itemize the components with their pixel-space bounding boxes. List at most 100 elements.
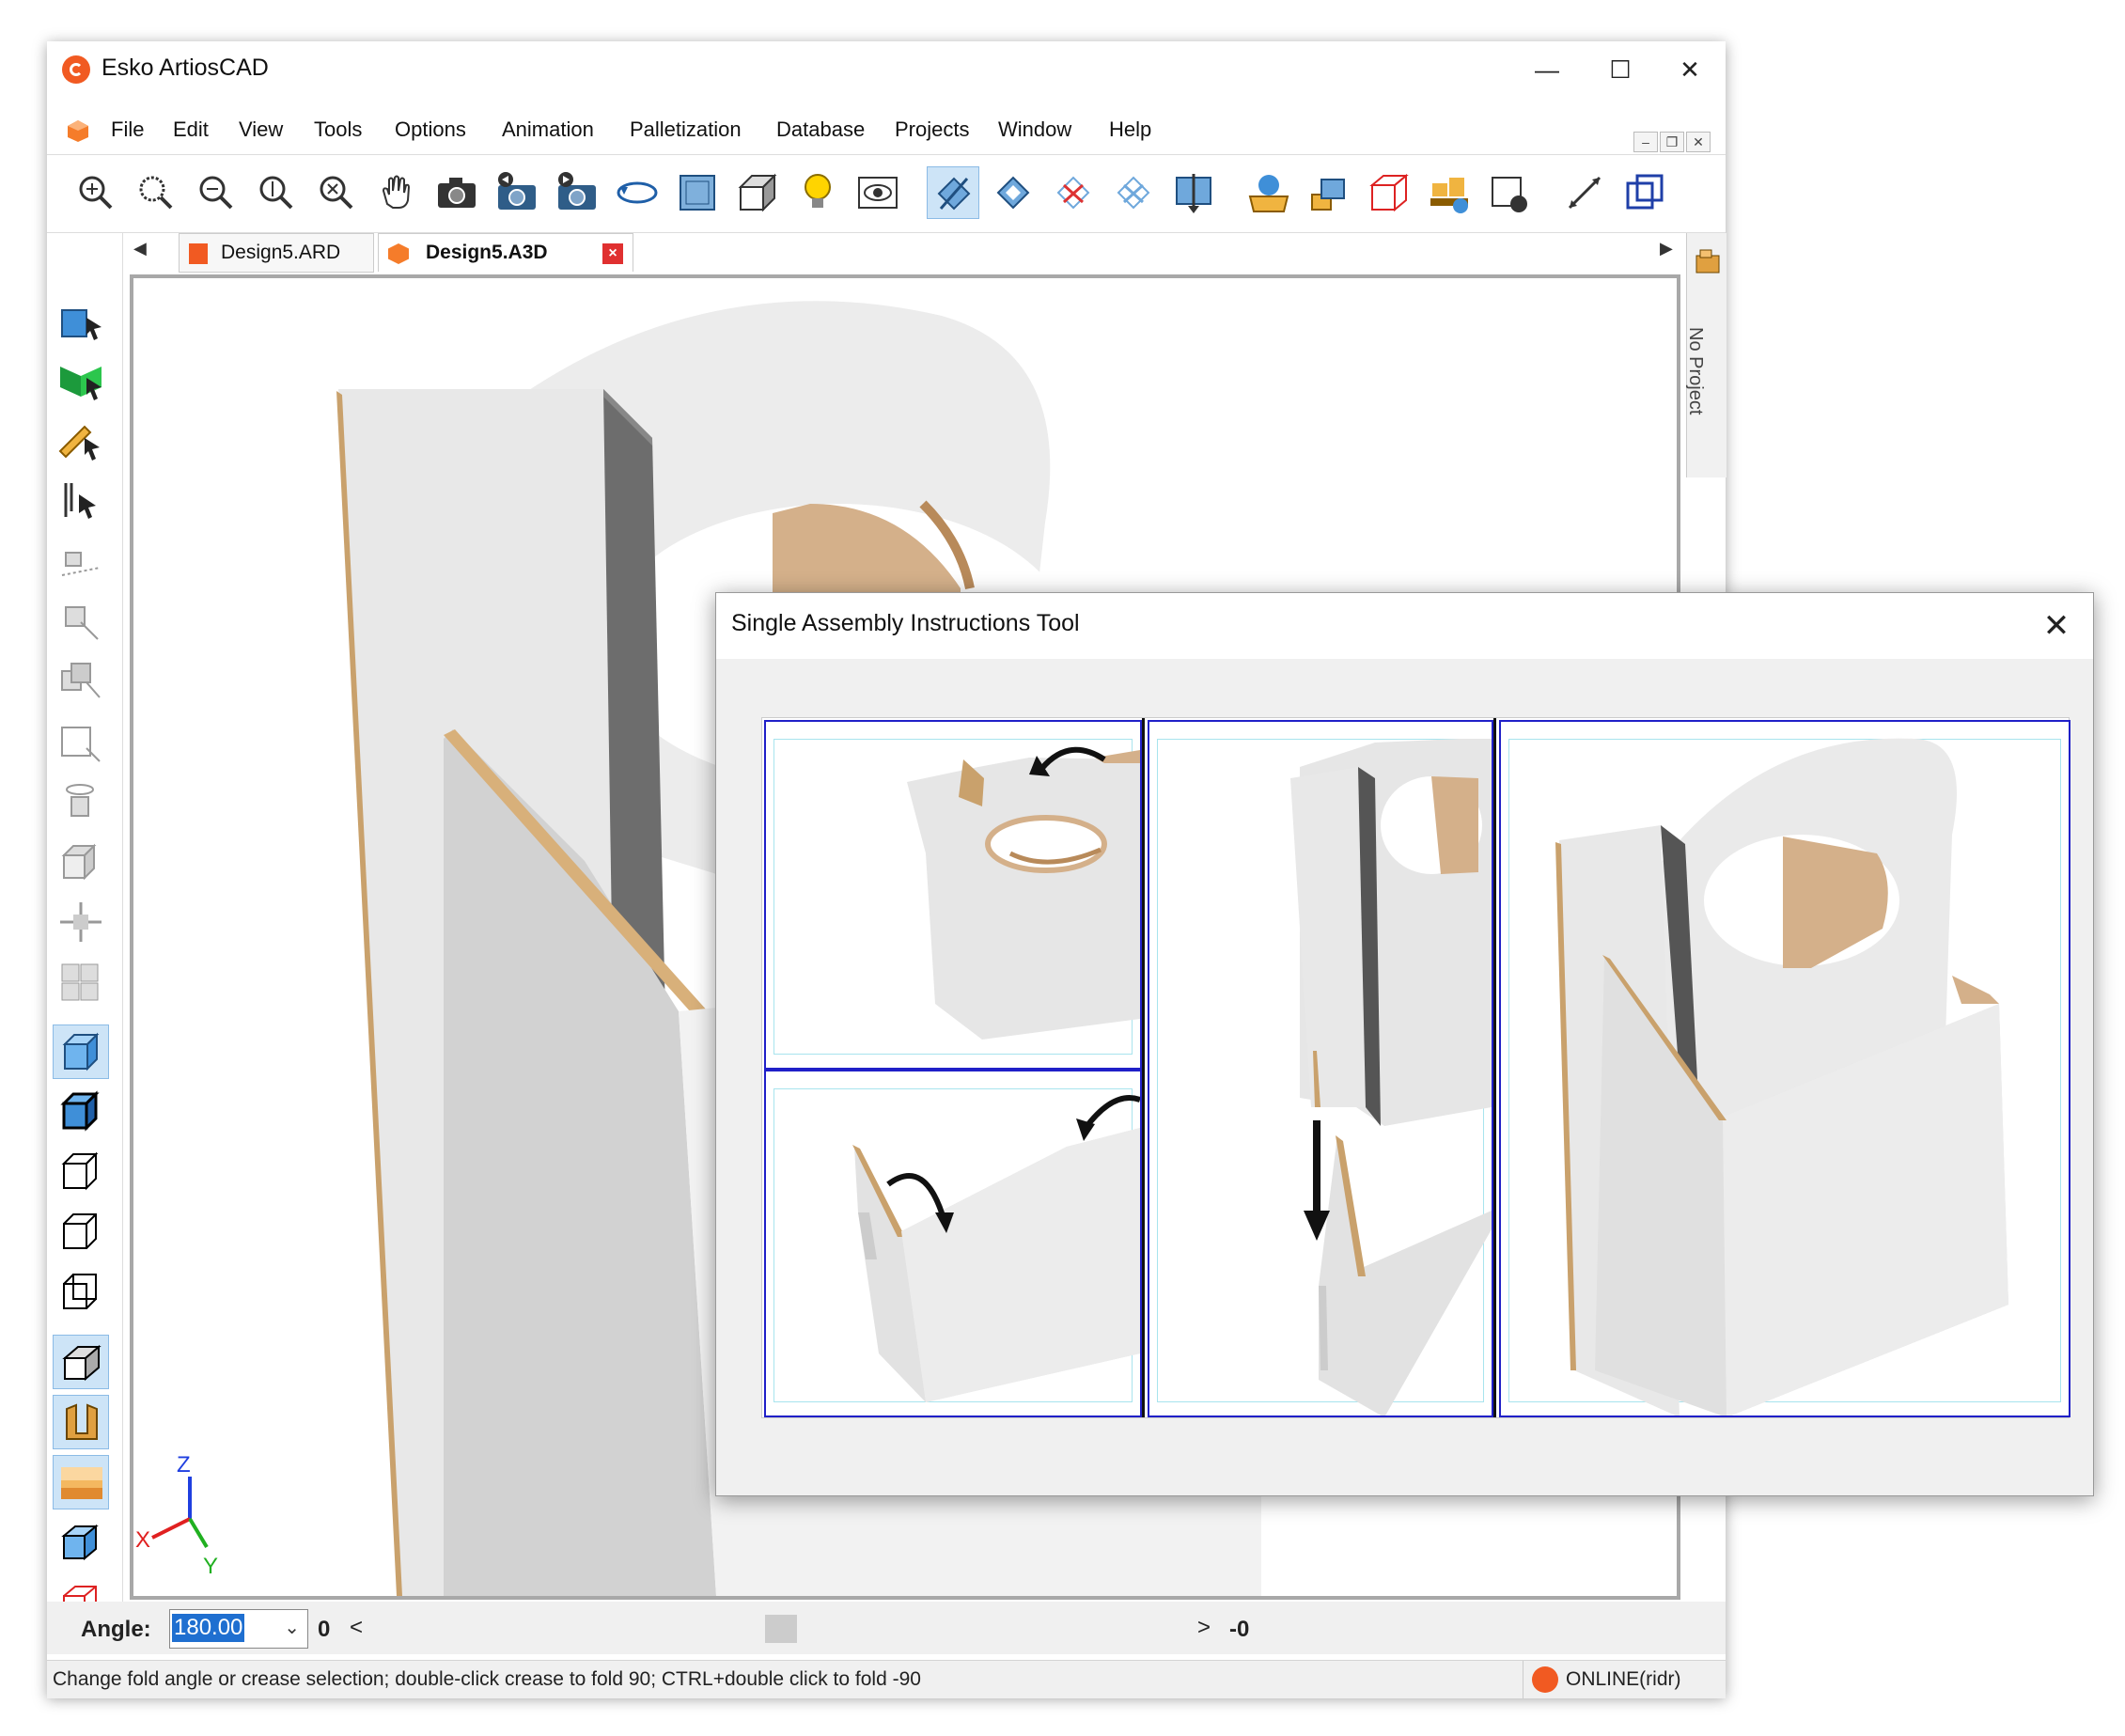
camera-next-icon[interactable] <box>551 166 603 219</box>
rotate-view-icon[interactable] <box>611 166 664 219</box>
eye-view-icon[interactable] <box>852 166 904 219</box>
tab-scroll-right-icon[interactable]: ▶ <box>1660 239 1673 258</box>
close-button[interactable]: ✕ <box>1656 46 1724 93</box>
move-arrows-icon[interactable] <box>53 895 109 949</box>
instruction-step-2[interactable] <box>764 1070 1142 1417</box>
zoom-out-icon[interactable] <box>190 166 242 219</box>
tab-design5-ard[interactable]: Design5.ARD <box>179 233 374 273</box>
mdi-close-button[interactable]: ✕ <box>1686 132 1711 152</box>
wireframe-cube-icon[interactable] <box>1618 166 1671 219</box>
menu-help[interactable]: Help <box>1109 117 1151 142</box>
resize-arrow-icon[interactable] <box>1558 166 1611 219</box>
online-status-icon <box>1532 1666 1558 1693</box>
menu-edit[interactable]: Edit <box>173 117 209 142</box>
slider-left-arrow[interactable]: < <box>350 1615 363 1641</box>
menu-window[interactable]: Window <box>998 117 1071 142</box>
red-box-icon[interactable] <box>1363 166 1415 219</box>
select-solid-icon[interactable] <box>53 293 109 348</box>
menu-palletization[interactable]: Palletization <box>630 117 742 142</box>
assemble-icon[interactable] <box>1303 166 1355 219</box>
fold-all-icon[interactable] <box>1047 166 1100 219</box>
movie-icon[interactable] <box>1483 166 1536 219</box>
instruction-step-4[interactable] <box>1499 720 2070 1417</box>
chevron-down-icon[interactable]: ⌄ <box>284 1616 300 1639</box>
axis-y-label: Y <box>203 1554 218 1579</box>
zoom-window-icon[interactable] <box>130 166 182 219</box>
fold-rotate-icon[interactable] <box>987 166 1039 219</box>
dialog-title: Single Assembly Instructions Tool <box>731 610 1080 636</box>
palletize-icon[interactable] <box>1423 166 1476 219</box>
angle-slider-thumb[interactable] <box>765 1615 797 1643</box>
wireframe-view-icon[interactable] <box>53 1265 109 1320</box>
document-icon[interactable] <box>66 118 90 143</box>
project-side-pane[interactable]: No Project <box>1685 233 1727 477</box>
select-crease-icon[interactable] <box>53 414 109 468</box>
select-edge-icon[interactable] <box>53 474 109 528</box>
tab-scroll-left-icon[interactable]: ◀ <box>133 239 147 258</box>
mdi-restore-button[interactable]: ❐ <box>1660 132 1684 152</box>
background-view-icon[interactable] <box>53 1455 109 1509</box>
dialog-title-bar: Single Assembly Instructions Tool ✕ <box>716 593 2093 659</box>
add-solid-icon[interactable] <box>1242 166 1295 219</box>
menu-tools[interactable]: Tools <box>314 117 362 142</box>
ard-file-icon <box>189 243 208 264</box>
maximize-button[interactable]: ☐ <box>1586 46 1654 93</box>
angle-bar: Angle: 180.00 ⌄ 0 < > -0 <box>47 1602 1726 1654</box>
axis-indicator: Z X Y <box>135 1452 218 1579</box>
mdi-minimize-button[interactable]: – <box>1633 132 1658 152</box>
step-4-illustration <box>1555 738 2008 1415</box>
angle-label: Angle: <box>81 1617 151 1642</box>
flat-view-icon[interactable] <box>671 166 724 219</box>
instruction-step-3[interactable] <box>1148 720 1493 1417</box>
select-face-icon[interactable] <box>53 353 109 408</box>
angle-input[interactable]: 180.00 ⌄ <box>169 1609 308 1649</box>
dialog-close-button[interactable]: ✕ <box>2033 602 2080 649</box>
move-solid-icon[interactable] <box>53 594 109 649</box>
solid-box-icon[interactable] <box>53 835 109 889</box>
stretch-solid-icon[interactable] <box>53 714 109 769</box>
thickness-view-icon[interactable] <box>53 1335 109 1389</box>
panel-divider <box>1142 718 1145 1417</box>
title-bar: Esko ArtiosCAD — ☐ ✕ <box>47 41 1726 98</box>
blue-wire-icon[interactable] <box>53 1515 109 1570</box>
menu-projects[interactable]: Projects <box>895 117 969 142</box>
menu-file[interactable]: File <box>111 117 144 142</box>
menu-view[interactable]: View <box>239 117 283 142</box>
menu-database[interactable]: Database <box>776 117 865 142</box>
axis-x-label: X <box>135 1527 150 1553</box>
minimize-button[interactable]: — <box>1513 46 1581 93</box>
outline-view-icon[interactable] <box>53 1205 109 1259</box>
zoom-extents-icon[interactable] <box>250 166 303 219</box>
menu-bar: File Edit View Tools Options Animation P… <box>47 107 1726 152</box>
menu-animation[interactable]: Animation <box>502 117 594 142</box>
toolbar <box>47 154 1726 233</box>
fold-direction-icon[interactable] <box>1167 166 1220 219</box>
camera-icon[interactable] <box>430 166 483 219</box>
shaded-edges-icon[interactable] <box>53 1085 109 1139</box>
instruction-step-1[interactable] <box>764 720 1142 1070</box>
left-toolbar <box>47 233 123 1619</box>
move-along-icon[interactable] <box>53 534 109 588</box>
grid-icon[interactable] <box>53 955 109 1009</box>
fold-select-icon[interactable] <box>927 166 979 219</box>
hidden-line-icon[interactable] <box>53 1145 109 1199</box>
tab-close-icon[interactable]: × <box>602 243 623 264</box>
pan-hand-icon[interactable] <box>370 166 423 219</box>
copy-solid-icon[interactable] <box>53 654 109 709</box>
shaded-view-icon[interactable] <box>53 1024 109 1079</box>
angle-max-label: -0 <box>1229 1617 1250 1642</box>
tab-label: Design5.A3D <box>426 242 548 263</box>
box-view-icon[interactable] <box>731 166 784 219</box>
light-bulb-icon[interactable] <box>791 166 844 219</box>
zoom-scale-icon[interactable] <box>310 166 363 219</box>
tab-design5-a3d[interactable]: Design5.A3D × <box>378 233 633 272</box>
zoom-in-icon[interactable] <box>70 166 122 219</box>
instruction-sheet <box>761 717 2070 1418</box>
camera-prev-icon[interactable] <box>491 166 543 219</box>
axis-z-label: Z <box>177 1452 191 1478</box>
material-view-icon[interactable] <box>53 1395 109 1449</box>
rotate-solid-icon[interactable] <box>53 774 109 829</box>
slider-right-arrow[interactable]: > <box>1197 1615 1211 1641</box>
unfold-all-icon[interactable] <box>1107 166 1160 219</box>
menu-options[interactable]: Options <box>395 117 466 142</box>
